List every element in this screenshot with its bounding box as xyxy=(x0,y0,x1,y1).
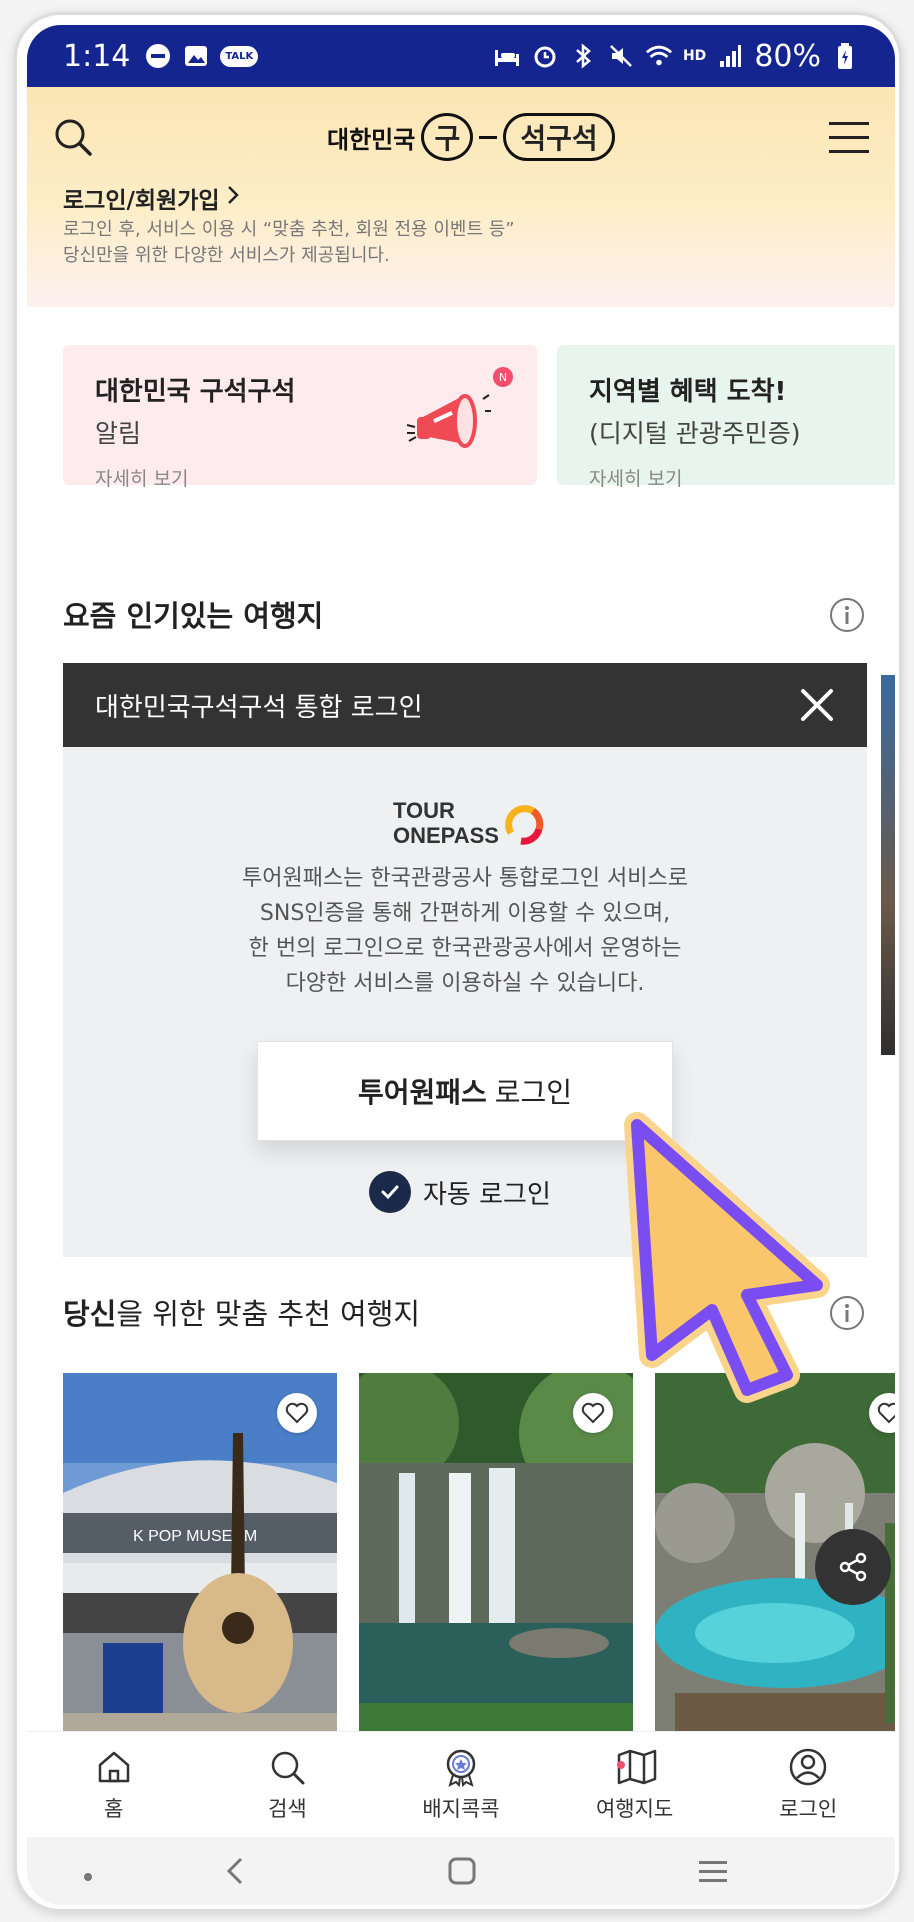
gallery-icon xyxy=(182,42,210,70)
dnd-icon xyxy=(144,42,172,70)
logo-prefix: 대한민국 xyxy=(327,125,416,154)
nav-search[interactable]: 검색 xyxy=(201,1732,375,1837)
card-more-link[interactable]: 자세히 보기 xyxy=(589,464,895,491)
login-signup-link[interactable]: 로그인/회원가입 xyxy=(63,181,240,215)
login-desc-line1: 로그인 후, 서비스 이용 시 “맞춤 추천, 회원 전용 이벤트 등” xyxy=(63,219,515,240)
nav-label: 홈 xyxy=(104,1796,124,1821)
bluetooth-icon xyxy=(569,42,597,70)
logo-line1: TOUR xyxy=(393,798,455,823)
promo-card-benefit[interactable]: 지역별 혜택 도착! (디지털 관광주민증) 자세히 보기 xyxy=(557,345,895,490)
search-icon[interactable] xyxy=(51,115,95,159)
alarm-icon xyxy=(531,42,559,70)
brand-logo[interactable]: 대한민국 구 석구석 xyxy=(327,109,615,165)
promo-cards: 대한민국 구석구석 알림 자세히 보기 N 지역별 혜택 도착! (디지털 관광… xyxy=(63,345,895,490)
desc-line2: SNS인증을 통해 간편하게 이용할 수 있으며, xyxy=(259,901,671,926)
nav-label: 여행지도 xyxy=(595,1796,674,1821)
heart-icon[interactable] xyxy=(277,1393,317,1433)
notification-icons: TALK xyxy=(144,42,259,70)
card-more-link[interactable]: 자세히 보기 xyxy=(95,464,505,491)
button-bold-label: 투어원패스 xyxy=(357,1076,487,1109)
auto-login-checkbox[interactable]: 자동 로그인 xyxy=(369,1171,551,1213)
popular-thumbnail-peek[interactable] xyxy=(881,675,895,1055)
onepass-description: 투어원패스는 한국관광공사 통합로그인 서비스로 SNS인증을 통해 간편하게 … xyxy=(63,861,867,1001)
desc-line1: 투어원패스는 한국관광공사 통합로그인 서비스로 xyxy=(241,866,689,891)
logo-pill: 석구석 xyxy=(503,113,615,161)
nav-label: 배지콕콕 xyxy=(422,1796,500,1821)
section-title-popular: 요즘 인기있는 여행지 xyxy=(63,599,324,633)
close-icon[interactable] xyxy=(797,685,837,725)
card-subtitle: (디지털 관광주민증) xyxy=(589,419,801,448)
login-desc-line2: 당신만을 위한 다양한 서비스가 제공됩니다. xyxy=(63,245,390,266)
logo-circle: 구 xyxy=(421,113,474,161)
section-title-recommend: 당신을 위한 맞춤 추천 여행지 xyxy=(63,1291,420,1333)
back-icon[interactable] xyxy=(223,1855,247,1891)
button-label: 로그인 xyxy=(494,1076,573,1109)
logo-line2: ONEPASS xyxy=(393,823,499,847)
nav-home[interactable]: 홈 xyxy=(27,1732,201,1837)
promo-card-notice[interactable]: 대한민국 구석구석 알림 자세히 보기 N xyxy=(63,345,537,490)
battery-percent: 80% xyxy=(754,38,821,74)
home-button-icon[interactable] xyxy=(447,1855,477,1891)
status-bar: 1:14 TALK HD 80% xyxy=(27,25,895,87)
system-navigation-bar xyxy=(27,1837,895,1905)
nav-travel-map[interactable]: 여행지도 xyxy=(548,1732,722,1837)
bed-icon xyxy=(493,42,521,70)
modal-title: 대한민국구석구석 통합 로그인 xyxy=(95,692,423,723)
title-rest: 을 위한 맞춤 추천 여행지 xyxy=(116,1297,421,1331)
heart-icon[interactable] xyxy=(573,1393,613,1433)
signal-icon xyxy=(716,42,744,70)
modal-header: 대한민국구석구석 통합 로그인 xyxy=(63,663,867,747)
info-icon[interactable] xyxy=(829,597,865,633)
new-badge: N xyxy=(493,367,513,387)
nav-badge[interactable]: 배지콕콕 xyxy=(374,1732,548,1837)
card-title: 지역별 혜택 도착! xyxy=(589,377,787,407)
login-description: 로그인 후, 서비스 이용 시 “맞춤 추천, 회원 전용 이벤트 등” 당신만… xyxy=(63,217,515,269)
nav-label: 로그인 xyxy=(779,1796,838,1821)
map-icon xyxy=(615,1747,656,1787)
bottom-navigation: 홈 검색 배지콕콕 여행지도 로그인 xyxy=(27,1731,895,1837)
badge-icon xyxy=(441,1747,481,1787)
chevron-right-icon xyxy=(226,184,240,212)
checkmark-icon xyxy=(369,1171,411,1213)
mute-icon xyxy=(607,42,635,70)
hamburger-menu-icon[interactable] xyxy=(829,121,869,155)
login-signup-label: 로그인/회원가입 xyxy=(63,188,220,214)
tour-onepass-logo: TOUR ONEPASS xyxy=(393,797,553,848)
megaphone-icon xyxy=(403,387,493,463)
wifi-icon xyxy=(645,42,673,70)
cursor-pointer-icon xyxy=(617,1105,847,1405)
battery-icon xyxy=(831,42,859,70)
desc-line3: 한 번의 로그인으로 한국관광공사에서 운영하는 xyxy=(248,936,682,961)
talk-icon: TALK xyxy=(220,45,259,67)
recommend-thumbnails: K POP MUSEUM xyxy=(63,1373,895,1731)
recents-icon[interactable] xyxy=(697,1855,729,1891)
hd-voice-label: HD xyxy=(682,48,707,64)
thumbnail-waterfall[interactable] xyxy=(359,1373,633,1731)
nav-label: 검색 xyxy=(268,1796,307,1821)
title-bold: 당신 xyxy=(63,1297,117,1331)
search-icon xyxy=(267,1747,307,1787)
auto-login-label: 자동 로그인 xyxy=(423,1179,551,1210)
device-frame: 1:14 TALK HD 80% 대한민국 구 석구석 로그인/회원가입 로그인… xyxy=(14,12,902,1912)
nav-login[interactable]: 로그인 xyxy=(721,1732,895,1837)
thumbnail-kpop-museum[interactable]: K POP MUSEUM xyxy=(63,1373,337,1731)
status-time: 1:14 xyxy=(63,38,131,74)
home-icon xyxy=(94,1747,134,1787)
logo-dash xyxy=(479,135,498,139)
tour-onepass-login-button[interactable]: 투어원패스 로그인 xyxy=(257,1041,673,1141)
desc-line4: 다양한 서비스를 이용하실 수 있습니다. xyxy=(285,971,645,996)
phone-screen: 1:14 TALK HD 80% 대한민국 구 석구석 로그인/회원가입 로그인… xyxy=(27,25,895,1905)
user-icon xyxy=(788,1747,828,1787)
share-icon[interactable] xyxy=(815,1529,891,1605)
header: 대한민국 구 석구석 로그인/회원가입 로그인 후, 서비스 이용 시 “맞춤 … xyxy=(27,87,895,307)
dot-icon xyxy=(83,1867,93,1886)
system-icons: HD 80% xyxy=(493,39,859,74)
